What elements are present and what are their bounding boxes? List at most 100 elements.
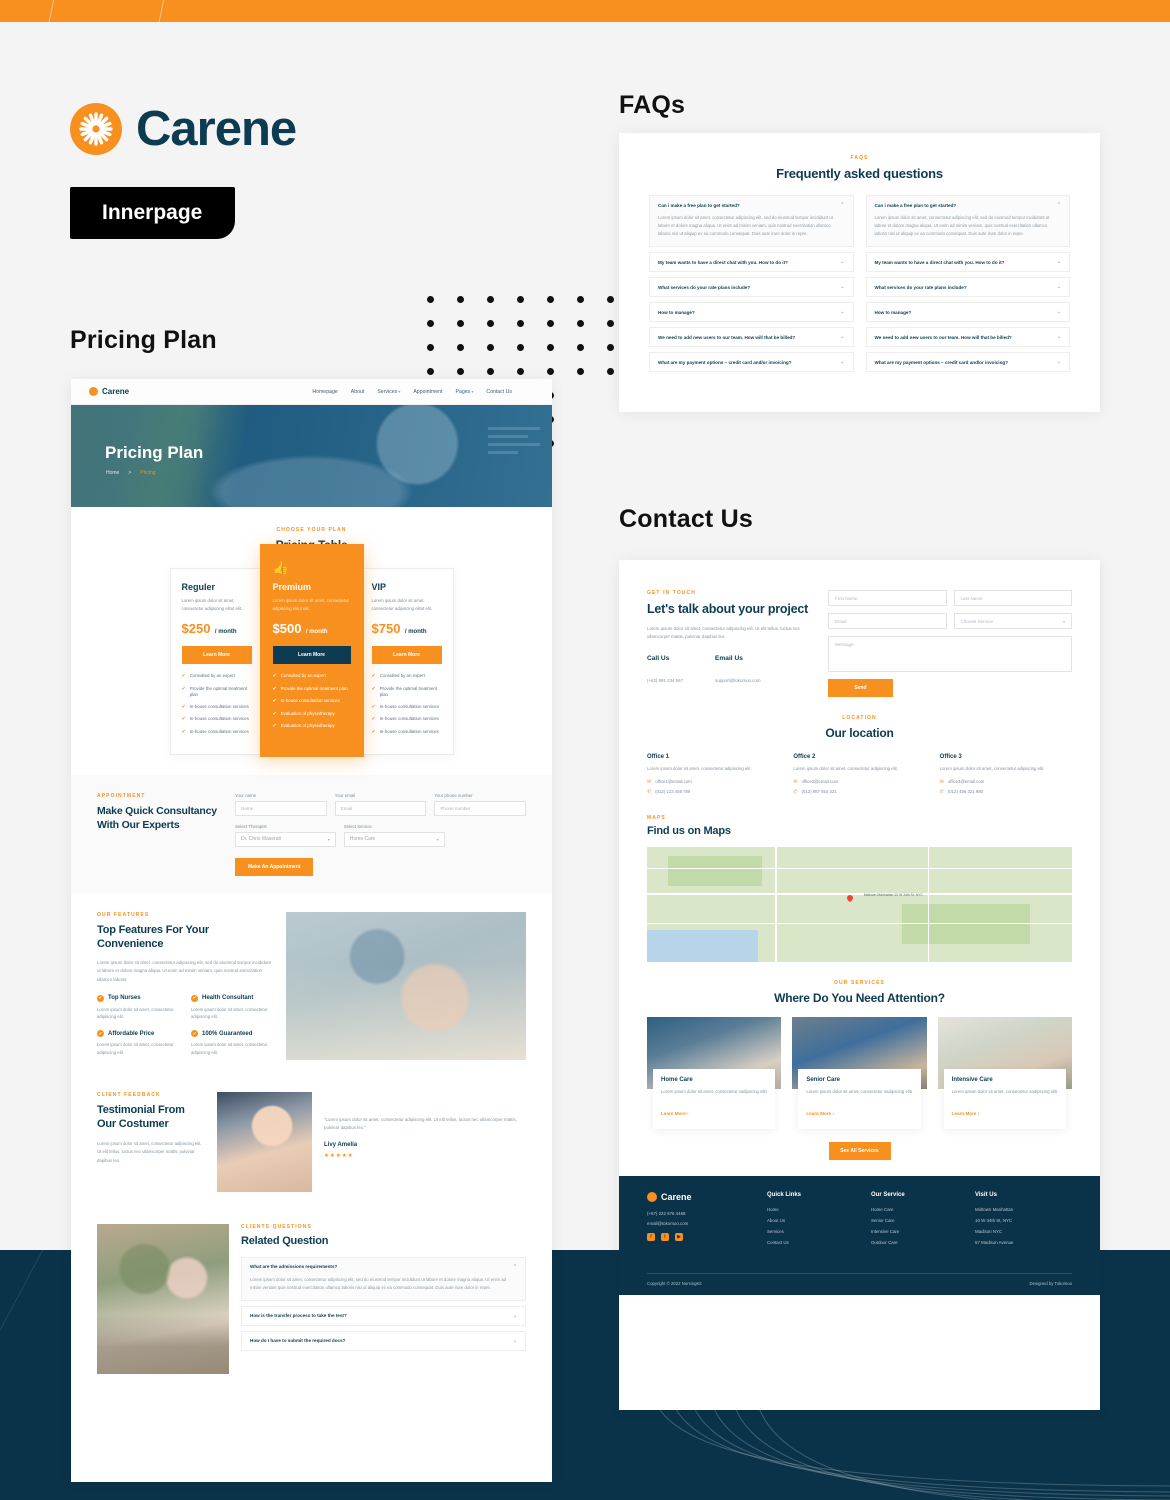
navbar-logo[interactable]: Carene [89,387,129,396]
office-desc: Lorem ipsum dolor sit amet, consectetur … [793,766,898,771]
learn-more-button[interactable]: Learn More [272,646,351,665]
learn-more-button[interactable]: Learn More [371,646,442,665]
accordion-question[interactable]: We need to add new users to our team. Ho… [650,328,853,346]
send-button[interactable]: Send [828,679,893,697]
footer-service-link[interactable]: Outdoor Care [871,1240,951,1245]
features-photo [286,911,526,1060]
site-navbar: Carene Homepage About Services ▾ Appointmen… [71,379,552,405]
footer-quick-link[interactable]: Services [767,1229,847,1234]
grid-dot [487,296,494,303]
accordion-question[interactable]: What are the admissions requirements? ⌃ [242,1258,525,1276]
text-input[interactable]: Phone number [434,800,527,816]
faq-item[interactable]: What are my payment options – credit car… [649,352,854,373]
faq-item[interactable]: My team wants to have a direct chat with… [865,252,1070,273]
text-input[interactable]: Name [235,800,327,816]
breadcrumb-home[interactable]: Home [106,470,119,476]
nav-item-homepage[interactable]: Homepage [312,389,337,395]
faq-item[interactable]: My team wants to have a direct chat with… [649,252,854,273]
check-icon: ✔ [272,685,277,692]
faq-item[interactable]: We need to add new users to our team. Ho… [865,327,1070,348]
office-email-row[interactable]: ✉ office3@email.com [940,779,1072,785]
footer-service-link[interactable]: Intensive Care [871,1229,951,1234]
office-phone-row[interactable]: ✆ (012) 887 654 321 [793,789,925,795]
dropdown[interactable]: Dr. Chris Maserati ▾ [235,831,336,847]
nav-item-contact-us[interactable]: Contact Us [486,389,512,395]
accordion-question[interactable]: How do I have to submit the required doc… [242,1332,525,1350]
nav-item-appointment[interactable]: Appointment [413,389,442,395]
accordion-question[interactable]: Can i make a free plan to get started? ⌃ [867,196,1070,214]
faq-item[interactable]: Can i make a free plan to get started? ⌃ L… [649,195,854,248]
office-card: Office 1 Lorem ipsum dolor sit amet, cons… [647,754,779,799]
learn-more-button[interactable]: Learn More [181,646,252,665]
feature-desc: Lorem ipsum dolor sit amet, consectetur … [97,1006,174,1020]
map-embed[interactable]: Midtown Manhattan 10 W 34th St, NYC [647,846,1072,962]
facebook-icon[interactable]: f [647,1232,655,1241]
faq-item[interactable]: We need to add new users to our team. Ho… [649,327,854,348]
footer-quick-link[interactable]: Contact Us [767,1240,847,1245]
faq-item[interactable]: How to manage? ⌄ [649,302,854,323]
office-email-row[interactable]: ✉ office2@email.com [793,779,925,785]
footer-email[interactable]: email@tokomoo.com [647,1221,743,1226]
accordion-question[interactable]: How is the transfer process to take the … [242,1307,525,1325]
youtube-icon[interactable]: ▶ [675,1232,683,1241]
email-input[interactable]: Email [828,613,947,629]
accordion-question[interactable]: My team wants to have a direct chat with… [867,253,1070,271]
field-your-phone-number: Your phone number Phone number [434,793,527,816]
footer-visit-title: Visit Us [975,1191,997,1198]
nav-item-about[interactable]: About [351,389,365,395]
footer-service-link[interactable]: Home Care [871,1207,951,1212]
first-name-input[interactable]: First Name [828,590,947,606]
accordion-answer: Lorem ipsum dolor sit amet, consectetur … [658,215,833,237]
footer-quick-link[interactable]: About Us [767,1218,847,1223]
text-input[interactable]: Email [334,800,427,816]
accordion-answer: Lorem ipsum dolor sit amet, consectetur … [250,1276,507,1290]
plan-feature: ✔ In-house consultation services [371,728,439,735]
email-us-value[interactable]: support@tokomoo.com [715,678,760,683]
office-phone-row[interactable]: ✆ (012) 456 321 980 [940,789,1072,795]
learn-more-link[interactable]: Learn More › [661,1111,689,1116]
accordion-question[interactable]: What are my payment options – credit car… [867,353,1070,371]
accordion-question[interactable]: How to manage? ⌄ [867,303,1070,321]
accordion-question[interactable]: We need to add new users to our team. Ho… [867,328,1070,346]
office-phone-row[interactable]: ✆ (012) 123 456 789 [647,789,779,795]
maps-eyebrow: MAPS [647,814,666,821]
faq-item[interactable]: What services do your rate plans include… [649,277,854,298]
office-email-row[interactable]: ✉ office1@email.com [647,779,779,785]
accordion-question[interactable]: How to manage? ⌄ [650,303,853,321]
twitter-icon[interactable]: t [661,1232,669,1241]
accordion-question[interactable]: Can i make a free plan to get started? ⌃ [650,196,853,214]
accordion-question[interactable]: What services do your rate plans include… [650,278,853,296]
accordion-question[interactable]: What services do your rate plans include… [867,278,1070,296]
accordion-question[interactable]: What are my payment options – credit car… [650,353,853,371]
footer-service-link[interactable]: Senior Care [871,1218,951,1223]
see-all-services-button[interactable]: See All Services [828,1141,891,1160]
last-name-input[interactable]: Last Name [953,590,1072,606]
footer-logo[interactable]: Carene [647,1191,743,1202]
make-appointment-button[interactable]: Make An Appointment [235,857,314,876]
call-us-value[interactable]: (+62) 891 234 567 [647,678,683,683]
accordion-question[interactable]: My team wants to have a direct chat with… [650,253,853,271]
nav-item-pages[interactable]: Pages ▾ [455,389,473,395]
field-label: Your name [235,792,257,798]
related-question-item[interactable]: How do I have to submit the required doc… [241,1330,526,1351]
message-textarea[interactable]: Message [828,636,1072,672]
footer-quick-link[interactable]: Home [767,1207,847,1212]
check-circle-icon: ✔ [97,1030,104,1038]
footer-phone[interactable]: (+67) 222 876 4468 [647,1211,743,1216]
chevron-up-icon: ⌃ [1056,202,1061,208]
faq-item[interactable]: Can i make a free plan to get started? ⌃ L… [865,195,1070,248]
related-question-item[interactable]: What are the admissions requirements? ⌃ Lo… [241,1256,526,1301]
dropdown[interactable]: Home Care ▾ [343,831,445,847]
learn-more-link[interactable]: Learn More › [806,1111,834,1116]
learn-more-link[interactable]: Learn More › [952,1111,980,1116]
field-your-name: Your name Name [235,793,327,816]
choose-service-select[interactable]: Choose Service ▾ [953,613,1072,629]
nav-item-services[interactable]: Services ▾ [377,389,400,395]
faq-item[interactable]: How to manage? ⌄ [865,302,1070,323]
innerpage-badge: Innerpage [70,187,236,239]
grid-dot [607,296,614,303]
faq-item[interactable]: What are my payment options – credit car… [865,352,1070,373]
related-question-item[interactable]: How is the transfer process to take the … [241,1305,526,1326]
faq-item[interactable]: What services do your rate plans include… [865,277,1070,298]
grid-dot [517,344,524,351]
